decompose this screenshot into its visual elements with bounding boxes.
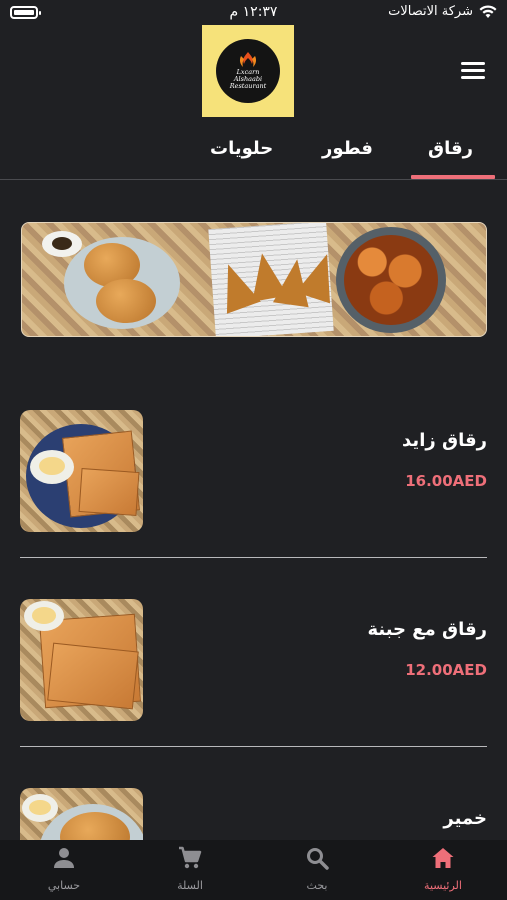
product-price: 12.00AED — [405, 661, 487, 679]
restaurant-logo[interactable]: Lxcarn Alshaabi Restaurant — [202, 25, 294, 117]
nav-account[interactable]: حسابي — [19, 846, 109, 893]
category-tabs: رقاق فطور حلويات — [0, 130, 507, 180]
active-tab-indicator — [411, 175, 495, 179]
account-icon — [54, 848, 74, 868]
banner-plate-stew — [336, 227, 446, 333]
nav-search-label: بحث — [306, 879, 328, 892]
bottom-navigation: الرئيسية بحث السلة حسابي — [0, 840, 507, 900]
search-icon — [307, 848, 329, 870]
list-divider — [20, 746, 487, 747]
product-price: 16.00AED — [405, 472, 487, 490]
banner-sauce-cup — [42, 231, 82, 257]
nav-home-label: الرئيسية — [424, 879, 462, 892]
product-image — [20, 599, 143, 721]
promo-banner[interactable] — [21, 222, 487, 337]
cart-icon — [179, 846, 202, 869]
list-divider — [20, 557, 487, 558]
product-name: خمير — [443, 808, 487, 829]
nav-cart-label: السلة — [177, 879, 203, 892]
status-carrier: شركة الاتصالات — [388, 4, 497, 19]
status-bar: ١٢:٣٧ م شركة الاتصالات — [0, 0, 507, 28]
logo-text-3: Restaurant — [229, 82, 267, 90]
tab-desserts[interactable]: حلويات — [210, 138, 273, 159]
hamburger-menu-icon[interactable] — [461, 62, 485, 80]
nav-search[interactable]: بحث — [272, 846, 362, 893]
nav-account-label: حسابي — [47, 879, 81, 892]
tab-ruqaq[interactable]: رقاق — [428, 138, 473, 159]
nav-home[interactable]: الرئيسية — [398, 846, 488, 893]
logo-badge: Lxcarn Alshaabi Restaurant — [216, 39, 280, 103]
home-icon — [432, 848, 454, 868]
carrier-label: شركة الاتصالات — [388, 4, 473, 19]
tab-breakfast[interactable]: فطور — [322, 138, 373, 159]
nav-cart[interactable]: السلة — [145, 846, 235, 893]
wifi-icon — [479, 4, 497, 18]
product-image — [20, 410, 143, 532]
product-name: رقاق مع جبنة — [367, 619, 487, 640]
banner-plate-bread — [64, 237, 180, 329]
flame-icon — [239, 52, 257, 67]
product-name: رقاق زايد — [402, 430, 487, 451]
